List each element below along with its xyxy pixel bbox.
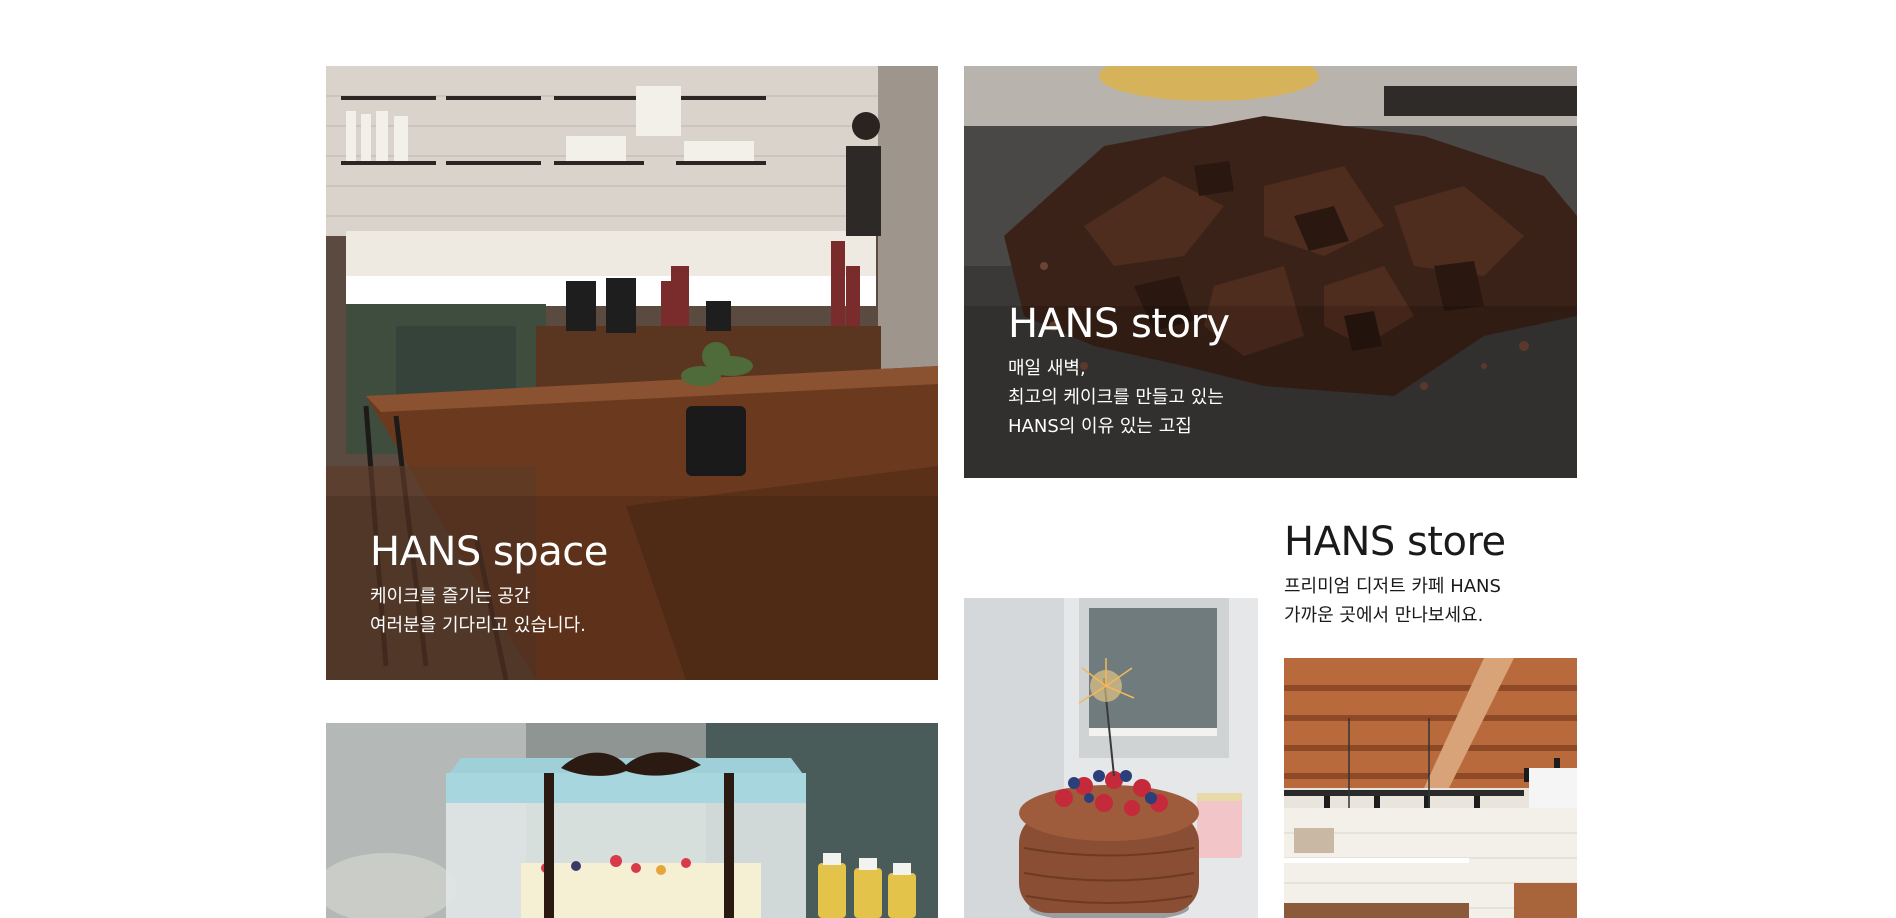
hans-story-description: 매일 새벽, 최고의 케이크를 만들고 있는 HANS의 이유 있는 고집 [1008,358,1224,437]
cake-box-photo [326,723,938,918]
hans-space-title: HANS space [370,529,608,575]
hans-store-card[interactable] [1284,658,1577,918]
hans-story-title: HANS story [1008,301,1230,347]
cake-box-card[interactable] [326,723,938,918]
hans-store-title: HANS store [1284,519,1506,565]
hans-story-caption: HANS story 매일 새벽, 최고의 케이크를 만들고 있는 HANS의 … [1008,300,1230,441]
birthday-cake-card[interactable] [964,598,1258,918]
hans-store-description: 프리미엄 디저트 카페 HANS 가까운 곳에서 만나보세요. [1284,576,1501,626]
store-interior-photo [1284,658,1577,918]
page: HANS space 케이크를 즐기는 공간 여러분을 기다리고 있습니다. H… [0,0,1896,918]
birthday-cake-photo [964,598,1258,918]
hans-store-caption: HANS store 프리미엄 디저트 카페 HANS 가까운 곳에서 만나보세… [1284,518,1506,630]
hans-space-description: 케이크를 즐기는 공간 여러분을 기다리고 있습니다. [370,586,586,636]
hans-space-caption: HANS space 케이크를 즐기는 공간 여러분을 기다리고 있습니다. [370,528,608,640]
